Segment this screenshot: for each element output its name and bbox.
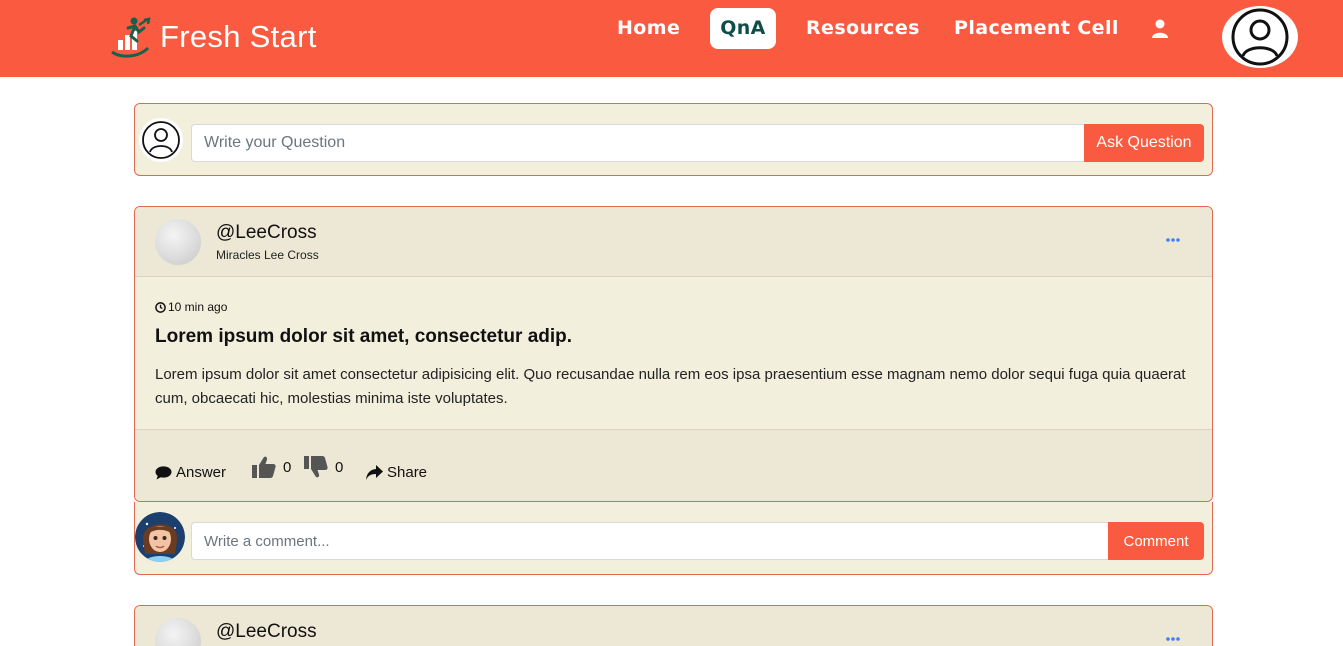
brand-name: Fresh Start: [160, 19, 317, 54]
like-button[interactable]: 0: [252, 456, 291, 478]
brand[interactable]: Fresh Start: [108, 14, 317, 60]
ellipsis-icon[interactable]: [1166, 636, 1180, 642]
answer-label: Answer: [176, 464, 227, 481]
author-avatar[interactable]: [155, 219, 201, 265]
share-label: Share: [387, 464, 428, 481]
profile-avatar[interactable]: [1222, 6, 1298, 68]
thumbs-down-icon: [304, 456, 328, 478]
profile-avatar-icon: [1231, 8, 1289, 66]
timestamp-text: 10 min ago: [168, 300, 228, 314]
dislike-count: 0: [335, 458, 344, 476]
nav-home[interactable]: Home: [617, 8, 680, 49]
question-card-header: @LeeCross Miracles Lee Cross: [135, 207, 1212, 277]
share-button[interactable]: Share: [366, 464, 427, 481]
question-body: Lorem ipsum dolor sit amet consectetur a…: [155, 366, 1186, 407]
running-growth-logo-icon: [111, 17, 151, 58]
question-title[interactable]: Lorem ipsum dolor sit amet, consectetur …: [155, 326, 572, 348]
question-card-body: 10 min ago Lorem ipsum dolor sit amet, c…: [135, 278, 1212, 429]
question-card: @LeeCross Miracles Lee Cross 10 min ago …: [134, 206, 1213, 502]
comment-button[interactable]: Comment: [1108, 522, 1204, 560]
author-username[interactable]: @LeeCross: [216, 222, 317, 244]
answer-button[interactable]: Answer: [155, 464, 226, 481]
question-card-footer: Answer 0 0 Share: [135, 429, 1212, 501]
like-count: 0: [283, 458, 292, 476]
nav-qna[interactable]: QnA: [710, 8, 776, 49]
author-avatar[interactable]: [155, 618, 201, 646]
author-username[interactable]: @LeeCross: [216, 621, 317, 643]
top-navbar: Fresh Start Home QnA Resources Placement…: [0, 0, 1343, 77]
nav-resources[interactable]: Resources: [806, 8, 920, 49]
clock-icon: [155, 301, 166, 313]
comment-input[interactable]: [191, 522, 1111, 560]
dislike-button[interactable]: 0: [304, 456, 343, 478]
user-icon[interactable]: [1151, 19, 1169, 39]
nav-placement-cell[interactable]: Placement Cell: [954, 8, 1119, 49]
post-timestamp: 10 min ago: [155, 300, 227, 314]
question-card-header: @LeeCross: [135, 606, 1212, 646]
commenter-avatar: [135, 512, 185, 562]
question-input[interactable]: [191, 124, 1087, 162]
commenter-avatar-image: [135, 512, 185, 562]
ellipsis-icon[interactable]: [1166, 237, 1180, 243]
ask-question-box: Ask Question: [134, 103, 1213, 176]
share-icon: [366, 465, 383, 480]
ask-avatar: [139, 118, 183, 162]
question-card: @LeeCross: [134, 605, 1213, 646]
user-circle-icon: [142, 121, 180, 159]
ask-question-button[interactable]: Ask Question: [1084, 124, 1204, 162]
author-fullname: Miracles Lee Cross: [216, 248, 319, 262]
comment-icon: [155, 465, 172, 479]
thumbs-up-icon: [252, 456, 276, 478]
comment-box: Comment: [134, 502, 1213, 575]
